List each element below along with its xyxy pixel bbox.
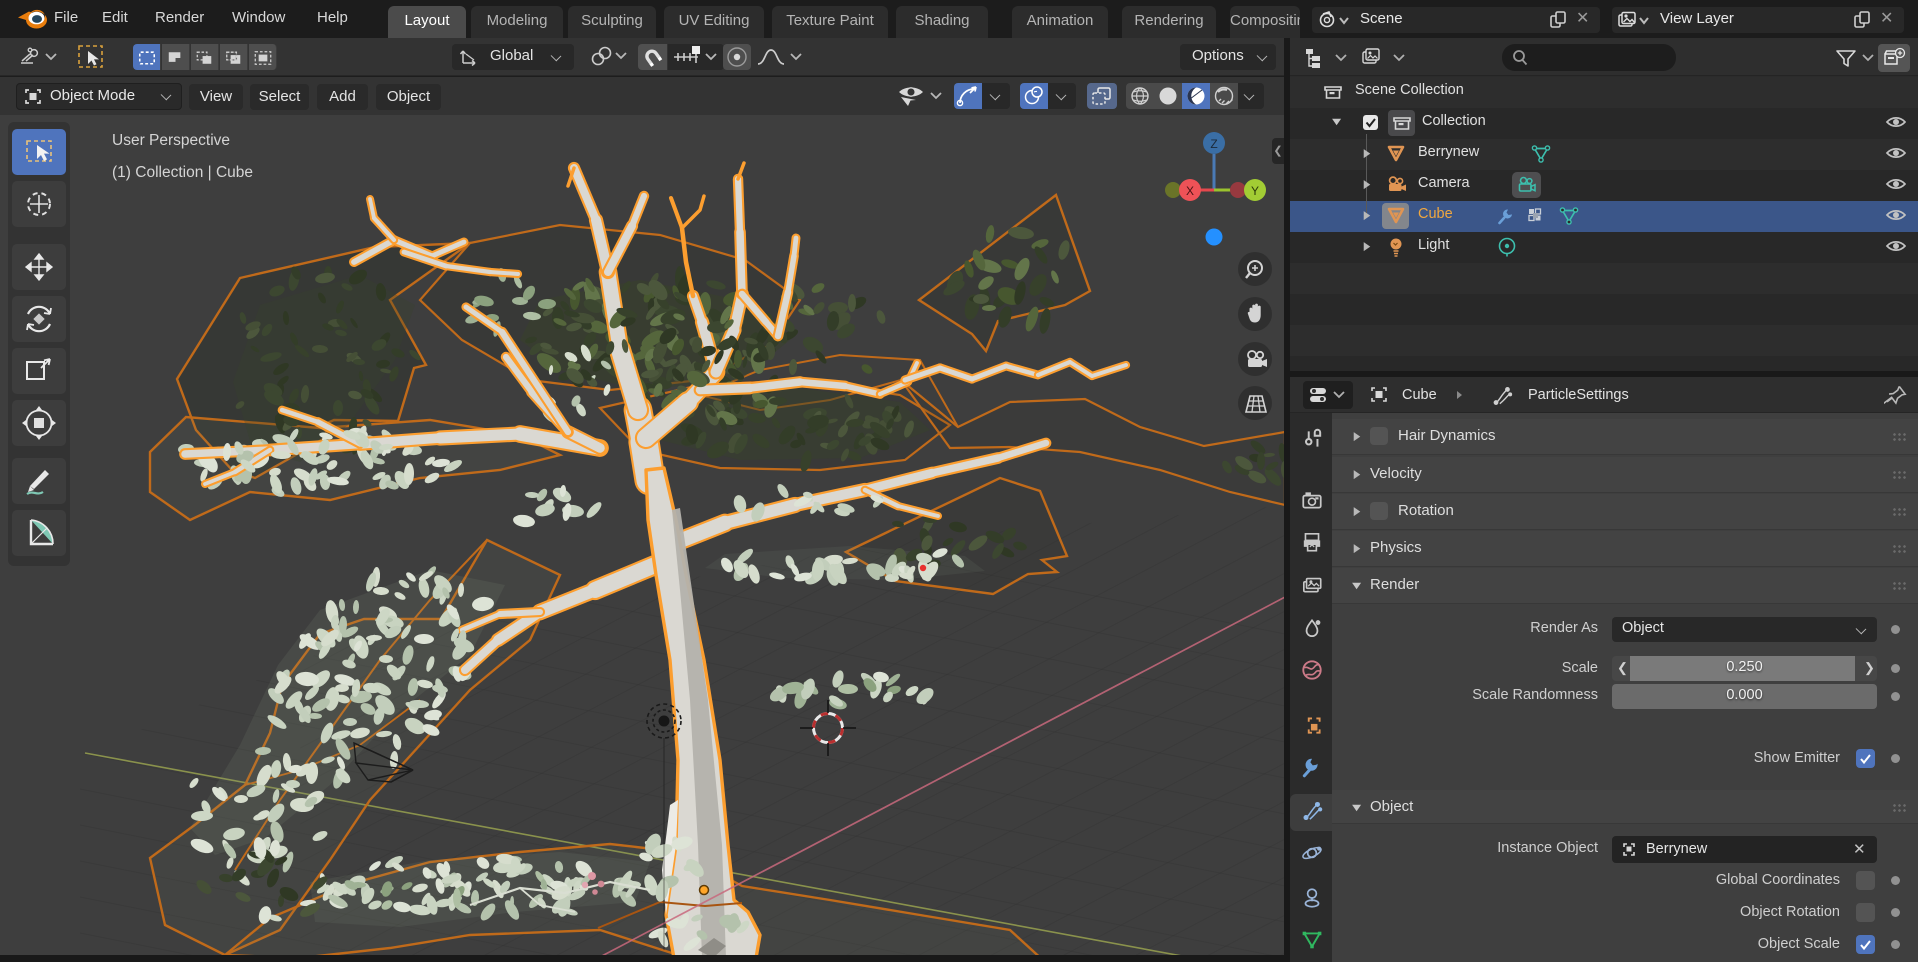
svg-text:Z: Z: [1210, 137, 1217, 151]
svg-text:Y: Y: [1251, 184, 1259, 198]
svg-text:X: X: [1186, 184, 1194, 198]
